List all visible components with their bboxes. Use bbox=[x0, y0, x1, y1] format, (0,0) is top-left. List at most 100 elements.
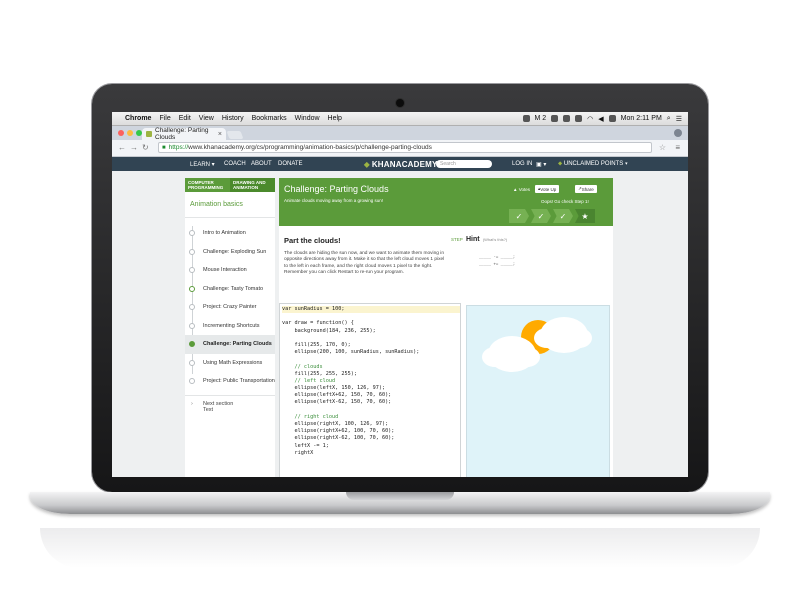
code-line[interactable]: // right cloud bbox=[282, 414, 460, 421]
sidebar-item-tasty-tomato[interactable]: Challenge: Tasty Tomato bbox=[185, 280, 275, 299]
sidebar-item-exploding-sun[interactable]: Challenge: Exploding Sun bbox=[185, 243, 275, 262]
code-line[interactable]: ellipse(rightX+62, 100, 70, 60); bbox=[282, 428, 460, 435]
close-window-icon[interactable] bbox=[118, 130, 124, 136]
code-line[interactable] bbox=[282, 335, 460, 342]
share-button[interactable]: ↗ Share bbox=[575, 185, 597, 193]
chrome-menu-icon[interactable]: ≡ bbox=[675, 143, 680, 152]
menu-view[interactable]: View bbox=[199, 115, 214, 122]
code-line[interactable]: var sunRadius = 100; bbox=[282, 306, 460, 314]
code-line[interactable] bbox=[282, 356, 460, 363]
notifications-icon[interactable]: ☰ bbox=[676, 115, 682, 123]
sync-icon[interactable] bbox=[563, 115, 571, 122]
sidebar-item-label: Project: Public Transportation bbox=[203, 378, 275, 385]
step-3-check-icon[interactable]: ✓ bbox=[553, 209, 573, 223]
sidebar-item-label: Project: Crazy Painter bbox=[203, 304, 257, 311]
profile-icon[interactable] bbox=[674, 129, 682, 137]
output-canvas[interactable] bbox=[466, 305, 610, 477]
sidebar-item-intro-animation[interactable]: Intro to Animation bbox=[185, 224, 275, 243]
close-tab-icon[interactable]: × bbox=[218, 131, 222, 138]
code-lines[interactable]: var sunRadius = 100; var draw = function(… bbox=[280, 304, 460, 457]
code-line[interactable]: ellipse(rightX-62, 100, 70, 60); bbox=[282, 435, 460, 442]
sidebar-item-incrementing-shortcuts[interactable]: Incrementing Shortcuts bbox=[185, 317, 275, 336]
nav-donate[interactable]: DONATE bbox=[278, 161, 303, 167]
nav-coach[interactable]: COACH bbox=[224, 161, 246, 167]
canvas-drawing bbox=[482, 317, 592, 372]
menu-file[interactable]: File bbox=[159, 115, 170, 122]
khan-logo[interactable]: ⬥ KHANACADEMY bbox=[364, 160, 438, 170]
code-line[interactable]: ellipse(leftX-62, 150, 70, 60); bbox=[282, 399, 460, 406]
code-line[interactable]: leftX -= 1; bbox=[282, 443, 460, 450]
menu-help[interactable]: Help bbox=[328, 115, 342, 122]
nav-learn[interactable]: LEARN ▾ bbox=[190, 161, 215, 168]
nav-about[interactable]: ABOUT bbox=[251, 161, 272, 167]
challenge-content: Challenge: Parting Clouds Animate clouds… bbox=[279, 178, 613, 477]
hint-code: _____ -= _____; _____ += _____; bbox=[479, 253, 515, 267]
back-icon[interactable]: ← bbox=[118, 143, 126, 152]
code-line[interactable]: fill(255, 170, 0); bbox=[282, 342, 460, 349]
url-scheme: https:// bbox=[168, 144, 189, 151]
step-1-check-icon[interactable]: ✓ bbox=[509, 209, 529, 223]
instructions-panel: Part the clouds! The clouds are hiding t… bbox=[284, 236, 449, 276]
challenge-banner: Challenge: Parting Clouds Animate clouds… bbox=[279, 178, 613, 226]
code-line[interactable]: ellipse(leftX+62, 150, 70, 60); bbox=[282, 392, 460, 399]
code-line[interactable]: ellipse(leftX, 150, 126, 97); bbox=[282, 385, 460, 392]
webcam bbox=[396, 99, 404, 107]
forward-icon[interactable]: → bbox=[130, 143, 138, 152]
khan-search-input[interactable]: Search bbox=[436, 160, 492, 168]
mac-menu-bar: Chrome File Edit View History Bookmarks … bbox=[112, 112, 688, 126]
sidebar-item-mouse-interaction[interactable]: Mouse Interaction bbox=[185, 261, 275, 280]
menu-history[interactable]: History bbox=[222, 115, 244, 122]
nav-messages-icon[interactable]: ▣ ▾ bbox=[536, 161, 546, 168]
whats-this-link[interactable]: (What's this?) bbox=[483, 237, 507, 242]
vote-up-button[interactable]: ▴ Vote Up bbox=[535, 185, 560, 193]
minimize-window-icon[interactable] bbox=[127, 130, 133, 136]
menu-bookmarks[interactable]: Bookmarks bbox=[252, 115, 287, 122]
code-line[interactable]: // clouds bbox=[282, 364, 460, 371]
clock[interactable]: Mon 2:11 PM bbox=[621, 115, 662, 122]
reload-icon[interactable]: ↻ bbox=[142, 143, 149, 152]
step-circle-icon bbox=[189, 230, 195, 236]
code-editor[interactable]: var sunRadius = 100; var draw = function(… bbox=[279, 303, 461, 477]
lock-icon: ■ bbox=[162, 144, 166, 151]
sidebar-title[interactable]: Animation basics bbox=[185, 192, 275, 218]
menu-window[interactable]: Window bbox=[295, 115, 320, 122]
new-tab-button[interactable] bbox=[226, 131, 244, 139]
menu-chrome[interactable]: Chrome bbox=[125, 115, 151, 122]
code-line[interactable]: rightX bbox=[282, 450, 460, 457]
next-section-link[interactable]: › Next section Text bbox=[185, 394, 275, 413]
search-icon[interactable]: ⌕ bbox=[667, 115, 671, 123]
tab-title: Challenge: Parting Clouds bbox=[155, 127, 209, 141]
sidebar-item-crazy-painter[interactable]: Project: Crazy Painter bbox=[185, 298, 275, 317]
step-final-star-icon[interactable]: ★ bbox=[575, 209, 595, 223]
sidebar-item-public-transportation[interactable]: Project: Public Transportation bbox=[185, 372, 275, 391]
code-line[interactable]: background(184, 236, 255); bbox=[282, 328, 460, 335]
challenge-subtitle: Animate clouds moving away from a growin… bbox=[284, 198, 384, 203]
bookmark-star-icon[interactable]: ☆ bbox=[659, 143, 666, 152]
volume-icon[interactable]: ◀ bbox=[598, 115, 603, 123]
crumb-drawing-animation[interactable]: DRAWING AND ANIMATION bbox=[230, 178, 275, 192]
sidebar-item-math-expressions[interactable]: Using Math Expressions bbox=[185, 354, 275, 373]
status-mail-count[interactable]: M 2 bbox=[535, 115, 547, 122]
code-line[interactable]: ellipse(200, 100, sunRadius, sunRadius); bbox=[282, 349, 460, 356]
sidebar-item-parting-clouds[interactable]: Challenge: Parting Clouds bbox=[185, 335, 275, 354]
code-line[interactable]: ellipse(rightX, 100, 126, 97); bbox=[282, 421, 460, 428]
code-line[interactable]: fill(255, 255, 255); bbox=[282, 371, 460, 378]
address-bar[interactable]: ■ https:// www.khanacademy.org/cs/progra… bbox=[158, 142, 652, 153]
battery-icon[interactable] bbox=[608, 115, 616, 122]
nav-login[interactable]: LOG IN bbox=[512, 161, 532, 167]
dropbox-icon[interactable] bbox=[551, 115, 559, 122]
browser-tab[interactable]: Challenge: Parting Clouds × bbox=[142, 127, 226, 141]
step-2-check-icon[interactable]: ✓ bbox=[531, 209, 551, 223]
status-icon[interactable] bbox=[522, 115, 530, 122]
code-line[interactable] bbox=[282, 313, 460, 320]
nav-unclaimed-points[interactable]: ⬥ UNCLAIMED POINTS ▾ bbox=[558, 161, 628, 168]
sidebar-item-label: Challenge: Exploding Sun bbox=[203, 248, 267, 255]
code-line[interactable] bbox=[282, 407, 460, 414]
menu-edit[interactable]: Edit bbox=[179, 115, 191, 122]
code-line[interactable]: var draw = function() { bbox=[282, 320, 460, 327]
crumb-computer-programming[interactable]: COMPUTER PROGRAMMING bbox=[185, 178, 230, 192]
step-circle-icon bbox=[189, 322, 195, 329]
bluetooth-icon[interactable] bbox=[575, 115, 583, 122]
code-line[interactable]: // left cloud bbox=[282, 378, 460, 385]
wifi-icon[interactable]: ◠ bbox=[587, 115, 593, 123]
